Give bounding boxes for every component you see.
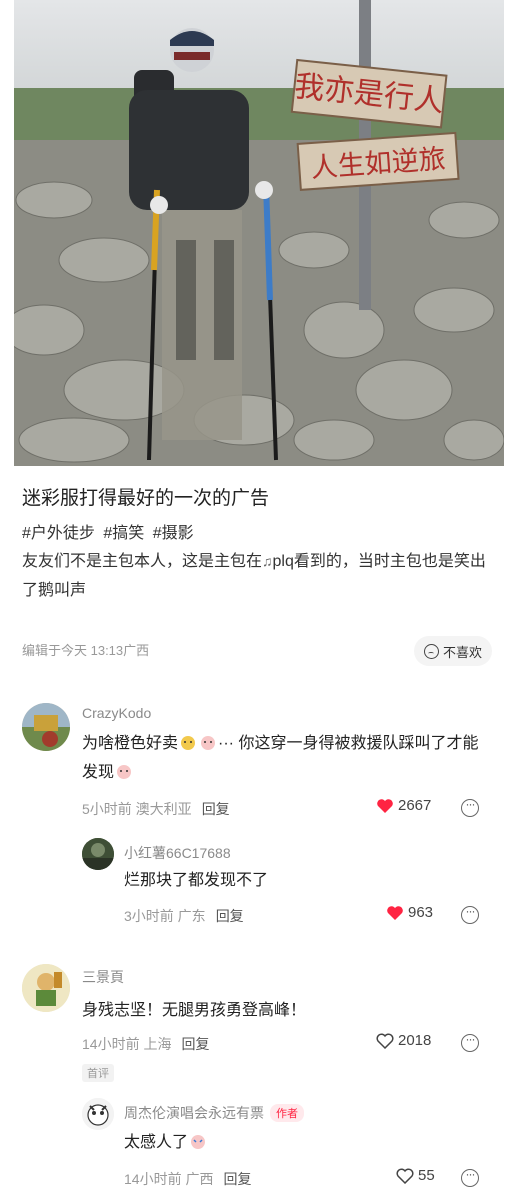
- comment-text: 烂那块了都发现不了: [124, 872, 269, 889]
- avatar[interactable]: [22, 964, 70, 1012]
- comment-author: 周杰伦演唱会永远有票 作者: [124, 1103, 304, 1123]
- comment-meta: 14小时前 上海 回复: [82, 1036, 210, 1052]
- comment-text: 为啥橙色好卖 ··· 你这穿一身得被救援队踩叫了才能发现: [82, 729, 492, 787]
- heart-icon: [387, 905, 403, 920]
- more-options-icon[interactable]: [461, 904, 479, 924]
- tag-link[interactable]: #搞笑: [103, 525, 144, 542]
- like-count: 2018: [398, 1032, 432, 1049]
- avatar[interactable]: [82, 1098, 114, 1130]
- comment-text: 太感人了: [124, 1128, 484, 1157]
- reply-button[interactable]: 回复: [216, 908, 244, 924]
- emoji-icon: [199, 731, 217, 750]
- post-tags: #户外徒步 #搞笑 #摄影: [22, 523, 492, 545]
- avatar[interactable]: [22, 703, 70, 751]
- post-photo: 我亦是行人 人生如逆旅: [14, 0, 504, 466]
- like-button[interactable]: 2667: [376, 797, 431, 814]
- frown-icon: [423, 643, 439, 659]
- like-button[interactable]: 55: [396, 1167, 435, 1184]
- like-count: 963: [408, 904, 434, 921]
- tag-link[interactable]: #户外徒步: [22, 525, 95, 542]
- post-content: 迷彩服打得最好的一次的广告 #户外徒步 #搞笑 #摄影 友友们不是主包本人，这是…: [22, 478, 492, 605]
- tag-link[interactable]: #摄影: [153, 525, 194, 542]
- first-comment-badge: 首评: [82, 1064, 114, 1082]
- like-count: 55: [418, 1167, 435, 1184]
- heart-outline-icon: [396, 1168, 414, 1184]
- comment-author[interactable]: CrazyKodo: [82, 705, 151, 721]
- more-options-icon[interactable]: [461, 1167, 479, 1187]
- dislike-label: 不喜欢: [442, 644, 482, 660]
- avatar[interactable]: [82, 838, 114, 870]
- comment-author[interactable]: 小红薯66C17688: [124, 843, 231, 863]
- like-button[interactable]: 963: [386, 904, 433, 921]
- more-options-icon[interactable]: [461, 1032, 479, 1052]
- comment-author[interactable]: 三景頁: [82, 967, 124, 987]
- emoji-icon: [115, 760, 133, 779]
- post-title: 迷彩服打得最好的一次的广告: [22, 488, 270, 509]
- dislike-button[interactable]: 不喜欢: [413, 636, 492, 666]
- comment-meta: 3小时前 广东 回复: [124, 908, 244, 924]
- comment-meta: 14小时前 广西 回复: [124, 1171, 252, 1187]
- emoji-icon: [179, 731, 197, 750]
- emoji-icon: [189, 1130, 207, 1149]
- reply-button[interactable]: 回复: [223, 1171, 251, 1187]
- heart-icon: [377, 798, 393, 813]
- reply-button[interactable]: 回复: [181, 1036, 209, 1052]
- post-meta: 编辑于今天 13:13广西 不喜欢: [22, 636, 492, 668]
- edit-time: 编辑于今天 13:13广西: [22, 643, 150, 658]
- comment-meta: 5小时前 澳大利亚 回复: [82, 801, 230, 817]
- music-note-icon: ♫: [262, 553, 273, 569]
- author-name-link[interactable]: 周杰伦演唱会永远有票: [124, 1105, 264, 1121]
- author-tag: 作者: [270, 1104, 304, 1122]
- more-options-icon[interactable]: [461, 797, 479, 817]
- comment-text: 身残志坚！无腿男孩勇登高峰！: [82, 1002, 307, 1019]
- like-button[interactable]: 2018: [376, 1032, 431, 1049]
- heart-outline-icon: [376, 1033, 394, 1049]
- like-count: 2667: [398, 797, 432, 814]
- reply-button[interactable]: 回复: [202, 801, 230, 817]
- post-description: 友友们不是主包本人，这是主包在♫plq看到的，当时主包也是笑出了鹅叫声: [22, 553, 486, 599]
- description-source: plq: [272, 553, 294, 570]
